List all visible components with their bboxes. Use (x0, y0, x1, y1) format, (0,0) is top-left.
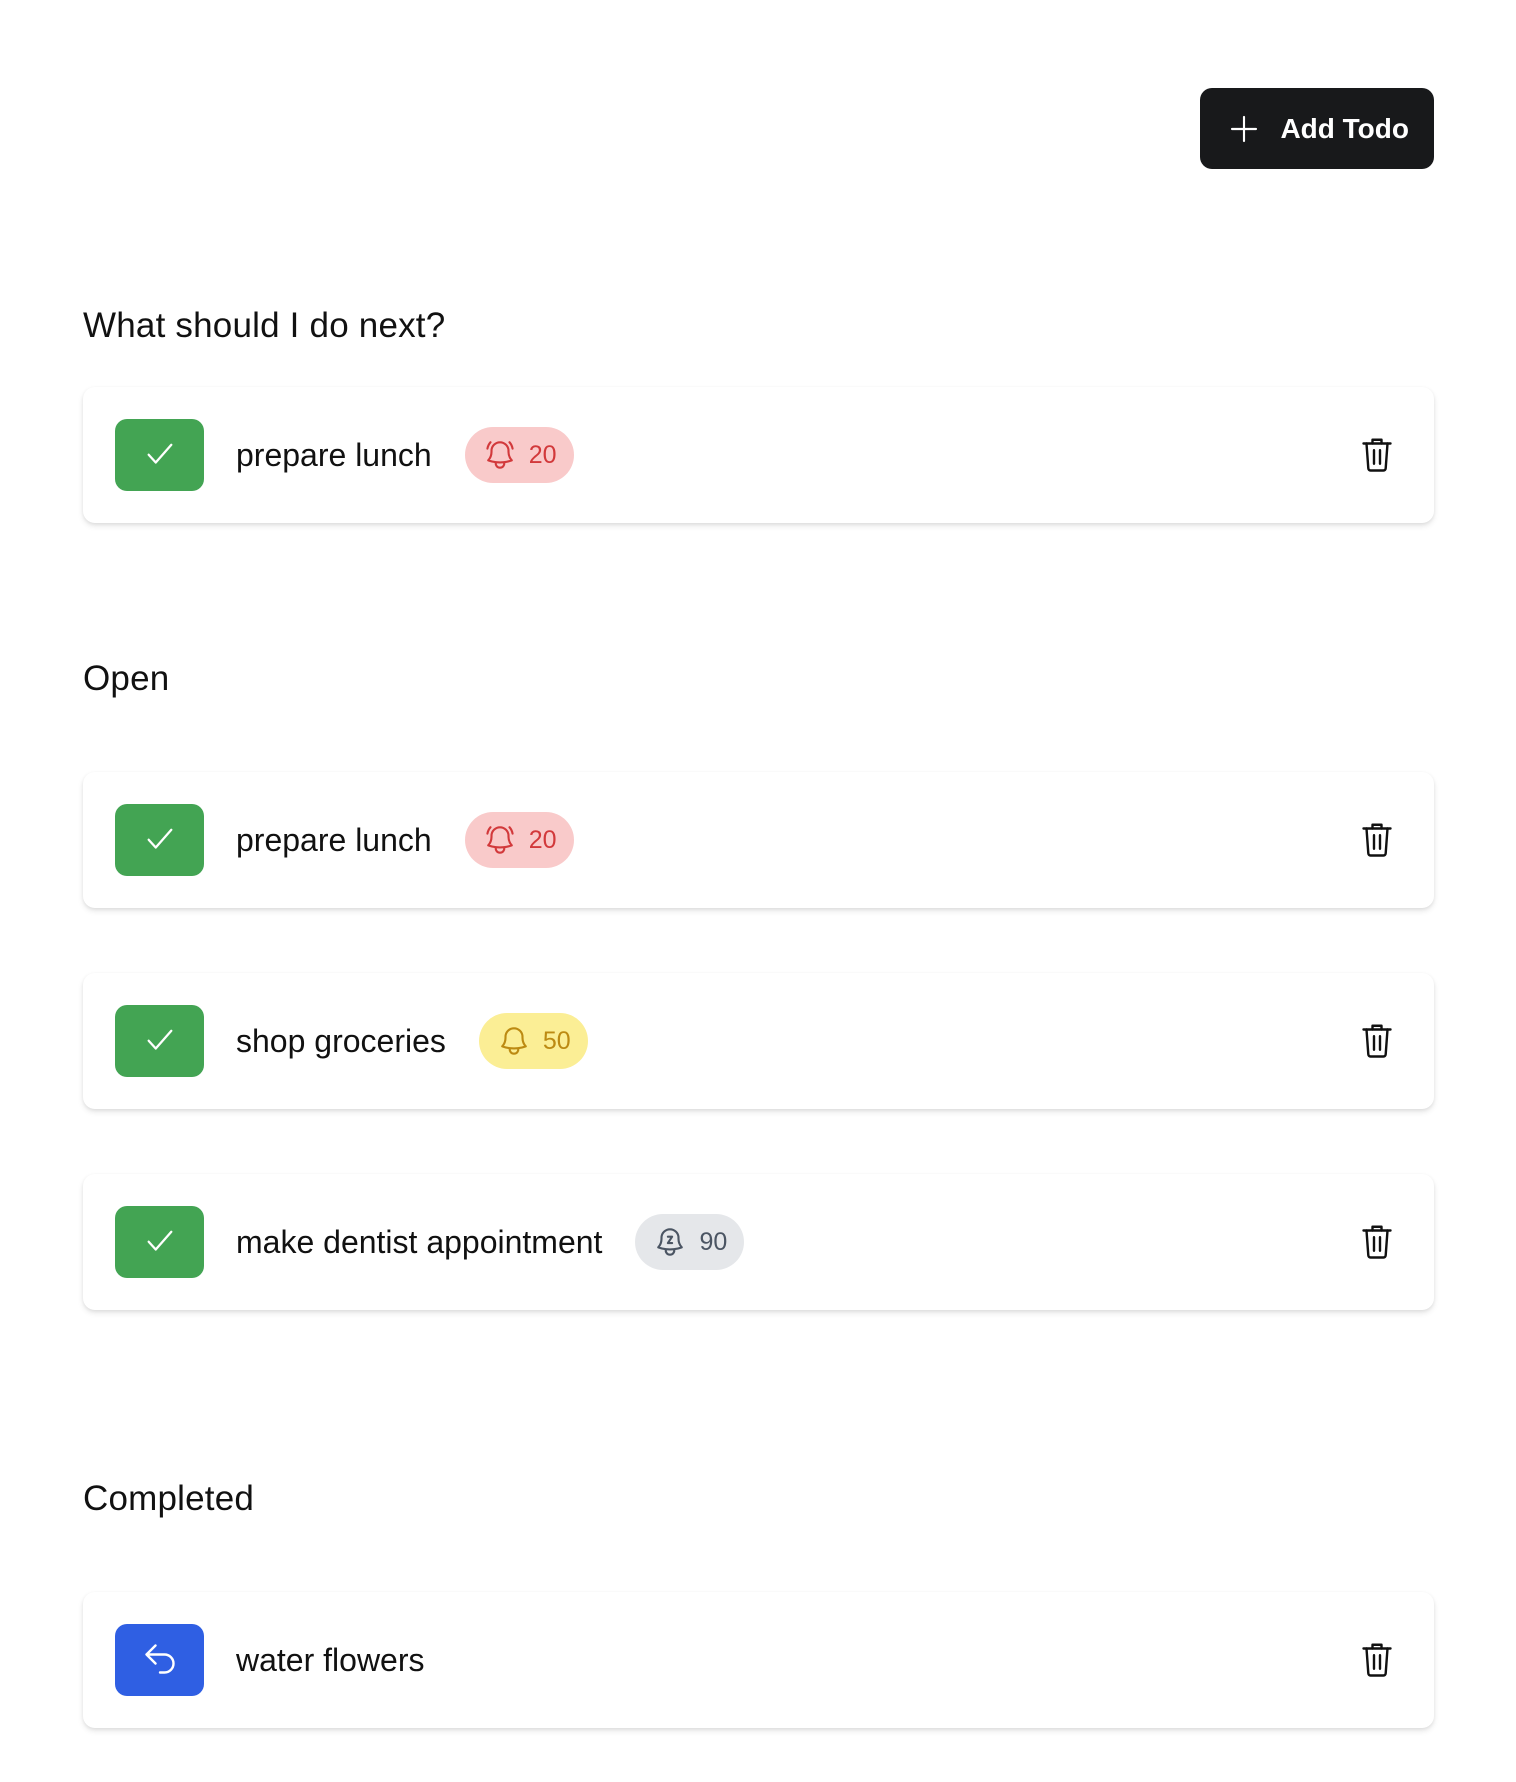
complete-button[interactable] (115, 804, 204, 876)
priority-value: 20 (528, 825, 557, 854)
undo-icon (142, 1641, 178, 1680)
todo-card: water flowers (83, 1592, 1434, 1728)
priority-badge: 90 (635, 1214, 745, 1270)
add-todo-label: Add Todo (1280, 112, 1409, 144)
plus-icon (1228, 113, 1260, 145)
bell-icon (497, 1024, 531, 1058)
section-title-completed: Completed (83, 1479, 255, 1518)
bell-snooze-icon (653, 1225, 687, 1259)
delete-button[interactable] (1357, 1220, 1397, 1264)
priority-badge: 50 (478, 1013, 588, 1069)
delete-button[interactable] (1357, 433, 1397, 477)
trash-icon (1359, 1221, 1395, 1264)
trash-icon (1359, 1639, 1395, 1682)
section-title-next: What should I do next? (83, 306, 446, 345)
complete-button[interactable] (115, 419, 204, 491)
todo-text: shop groceries (236, 1022, 446, 1059)
todo-label-group: water flowers (236, 1592, 425, 1728)
todo-text: make dentist appointment (236, 1223, 603, 1260)
todo-text: water flowers (236, 1641, 425, 1678)
priority-value: 90 (699, 1227, 728, 1256)
bell-ringing-icon (483, 438, 517, 472)
toolbar: Add Todo (1200, 88, 1434, 169)
todo-text: prepare lunch (236, 821, 432, 858)
complete-button[interactable] (115, 1005, 204, 1077)
trash-icon (1359, 434, 1395, 477)
todo-label-group: make dentist appointment 90 (236, 1174, 745, 1310)
bell-ringing-icon (483, 823, 517, 857)
priority-badge: 20 (464, 812, 574, 868)
todo-card: make dentist appointment 90 (83, 1174, 1434, 1310)
todo-text: prepare lunch (236, 436, 432, 473)
undo-button[interactable] (115, 1624, 204, 1696)
trash-icon (1359, 819, 1395, 862)
check-icon (143, 822, 177, 859)
check-icon (143, 1023, 177, 1060)
delete-button[interactable] (1357, 1019, 1397, 1063)
trash-icon (1359, 1020, 1395, 1063)
todo-label-group: shop groceries 50 (236, 973, 588, 1109)
todo-card: shop groceries 50 (83, 973, 1434, 1109)
todo-label-group: prepare lunch 20 (236, 387, 574, 523)
priority-badge: 20 (464, 427, 574, 483)
priority-value: 20 (528, 440, 557, 469)
complete-button[interactable] (115, 1206, 204, 1278)
delete-button[interactable] (1357, 1638, 1397, 1682)
delete-button[interactable] (1357, 818, 1397, 862)
add-todo-button[interactable]: Add Todo (1200, 88, 1434, 169)
priority-value: 50 (542, 1026, 571, 1055)
todo-label-group: prepare lunch 20 (236, 772, 574, 908)
todo-card: prepare lunch 20 (83, 387, 1434, 523)
check-icon (143, 1224, 177, 1261)
section-title-open: Open (83, 659, 170, 698)
check-icon (143, 437, 177, 474)
todo-card: prepare lunch 20 (83, 772, 1434, 908)
